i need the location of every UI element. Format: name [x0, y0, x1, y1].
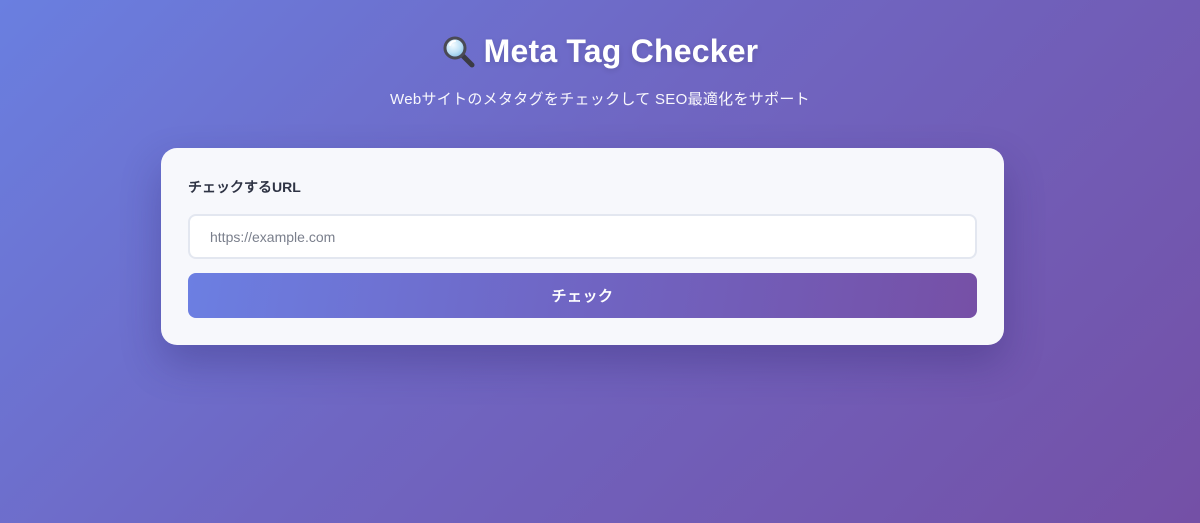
url-field-label: チェックするURL [188, 179, 301, 195]
page-title-text: Meta Tag Checker [483, 33, 759, 69]
url-input[interactable] [188, 214, 977, 259]
check-button[interactable]: チェック [188, 273, 977, 318]
page-subtitle: Webサイトのメタタグをチェックして SEO最適化をサポート [390, 91, 810, 108]
header: Meta Tag Checker Webサイトのメタタグをチェックして SEO最… [0, 28, 1200, 109]
page-title: Meta Tag Checker [442, 28, 759, 74]
url-check-card: チェックするURL チェック [161, 148, 1004, 345]
magnifying-glass-icon [442, 35, 476, 69]
page: Meta Tag Checker Webサイトのメタタグをチェックして SEO最… [0, 0, 1200, 523]
